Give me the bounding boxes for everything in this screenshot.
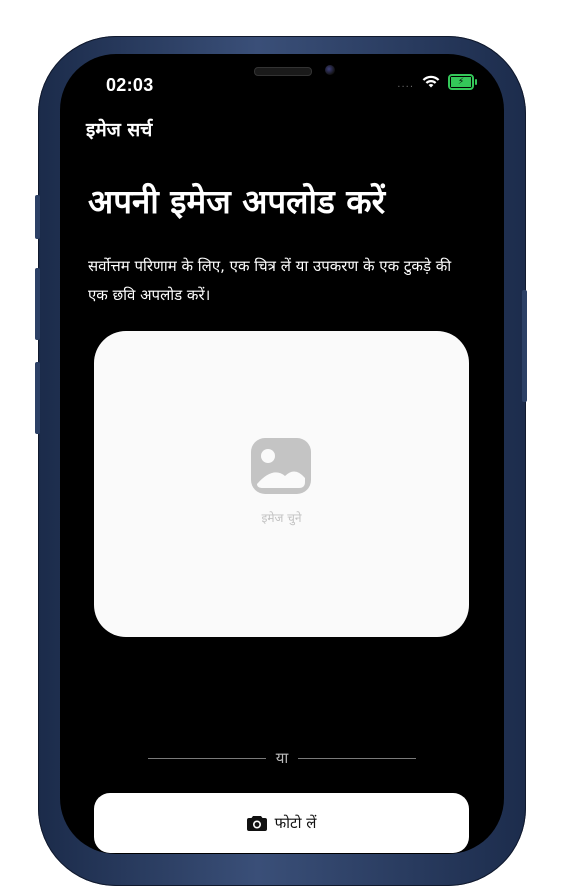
- image-upload-card[interactable]: इमेज चुने: [94, 331, 469, 637]
- divider-line-right: [298, 757, 416, 759]
- phone-screen: 02:03 .... ⚡ इमेज सर्च अपनी इमेज अपलोड क…: [60, 54, 504, 854]
- signal-dots: ....: [397, 78, 414, 90]
- front-camera: [325, 65, 335, 75]
- take-photo-label: फोटो लें: [274, 814, 317, 832]
- page-title: अपनी इमेज अपलोड करें: [88, 182, 386, 221]
- upload-label: इमेज चुने: [261, 511, 302, 525]
- camera-icon: [246, 816, 267, 831]
- take-photo-button[interactable]: फोटो लें: [94, 793, 469, 853]
- side-button-right: [522, 290, 527, 402]
- status-icons: .... ⚡: [397, 74, 477, 90]
- image-icon: [251, 438, 311, 494]
- wifi-icon: [422, 75, 440, 88]
- notch: [167, 54, 397, 92]
- side-button-left-2: [35, 268, 40, 340]
- side-button-left-3: [35, 362, 40, 434]
- nav-title: इमेज सर्च: [86, 119, 153, 141]
- battery-charging-icon: ⚡: [448, 74, 477, 90]
- page-subtitle: सर्वोत्तम परिणाम के लिए, एक चित्र लें या…: [88, 257, 452, 304]
- status-time: 02:03: [106, 75, 154, 95]
- side-button-left-1: [35, 195, 40, 239]
- divider-line-left: [148, 757, 266, 759]
- or-text: या: [275, 749, 289, 767]
- or-divider: या: [148, 747, 416, 769]
- speaker-grille: [254, 67, 312, 76]
